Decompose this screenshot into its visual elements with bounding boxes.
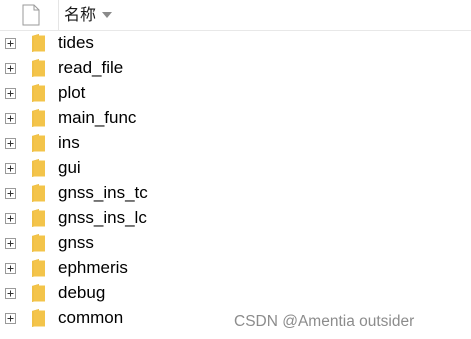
tree-row[interactable]: read_file	[0, 56, 471, 81]
folder-icon	[32, 234, 45, 252]
folder-icon	[32, 134, 45, 152]
tree-row[interactable]: gui	[0, 156, 471, 181]
expand-plus-icon[interactable]	[5, 263, 16, 274]
folder-icon	[32, 159, 45, 177]
expand-plus-icon[interactable]	[5, 288, 16, 299]
folder-icon	[32, 109, 45, 127]
folder-name[interactable]: plot	[58, 82, 85, 104]
folder-name[interactable]: debug	[58, 282, 105, 304]
folder-tree: tides read_fileplot main_funcins gui gnss_in…	[0, 31, 471, 331]
tree-row[interactable]: ins	[0, 131, 471, 156]
expand-plus-icon[interactable]	[5, 113, 16, 124]
tree-row[interactable]: main_func	[0, 106, 471, 131]
folder-name[interactable]: gnss_ins_tc	[58, 182, 148, 204]
folder-name[interactable]: ephmeris	[58, 257, 128, 279]
folder-icon	[32, 284, 45, 302]
header-separator	[58, 0, 59, 30]
folder-icon	[32, 59, 45, 77]
folder-icon	[32, 184, 45, 202]
folder-name[interactable]: ins	[58, 132, 80, 154]
sort-down-icon[interactable]	[102, 12, 112, 18]
folder-icon	[32, 309, 45, 327]
tree-row[interactable]: ephmeris	[0, 256, 471, 281]
expand-plus-icon[interactable]	[5, 163, 16, 174]
expand-plus-icon[interactable]	[5, 88, 16, 99]
expand-plus-icon[interactable]	[5, 213, 16, 224]
tree-row[interactable]: gnss_ins_tc	[0, 181, 471, 206]
folder-name[interactable]: gnss_ins_lc	[58, 207, 147, 229]
name-column-header[interactable]: 名称	[64, 6, 96, 26]
watermark: CSDN @Amentia outsider	[234, 313, 415, 330]
expand-plus-icon[interactable]	[5, 238, 16, 249]
tree-row[interactable]: tides	[0, 31, 471, 56]
folder-icon	[32, 34, 45, 52]
tree-row[interactable]: plot	[0, 81, 471, 106]
folder-name[interactable]: main_func	[58, 107, 136, 129]
folder-name[interactable]: gui	[58, 157, 81, 179]
expand-plus-icon[interactable]	[5, 188, 16, 199]
folder-name[interactable]: tides	[58, 32, 94, 54]
expand-plus-icon[interactable]	[5, 138, 16, 149]
expand-plus-icon[interactable]	[5, 38, 16, 49]
tree-row[interactable]: debug	[0, 281, 471, 306]
folder-icon	[32, 259, 45, 277]
expand-plus-icon[interactable]	[5, 63, 16, 74]
tree-row[interactable]: gnss_ins_lc	[0, 206, 471, 231]
folder-icon	[32, 84, 45, 102]
expand-plus-icon[interactable]	[5, 313, 16, 324]
folder-name[interactable]: gnss	[58, 232, 94, 254]
folder-name[interactable]: common	[58, 307, 123, 329]
file-icon	[22, 4, 40, 26]
tree-row[interactable]: gnss	[0, 231, 471, 256]
column-header: 名称	[0, 0, 471, 31]
folder-name[interactable]: read_file	[58, 57, 123, 79]
folder-icon	[32, 209, 45, 227]
